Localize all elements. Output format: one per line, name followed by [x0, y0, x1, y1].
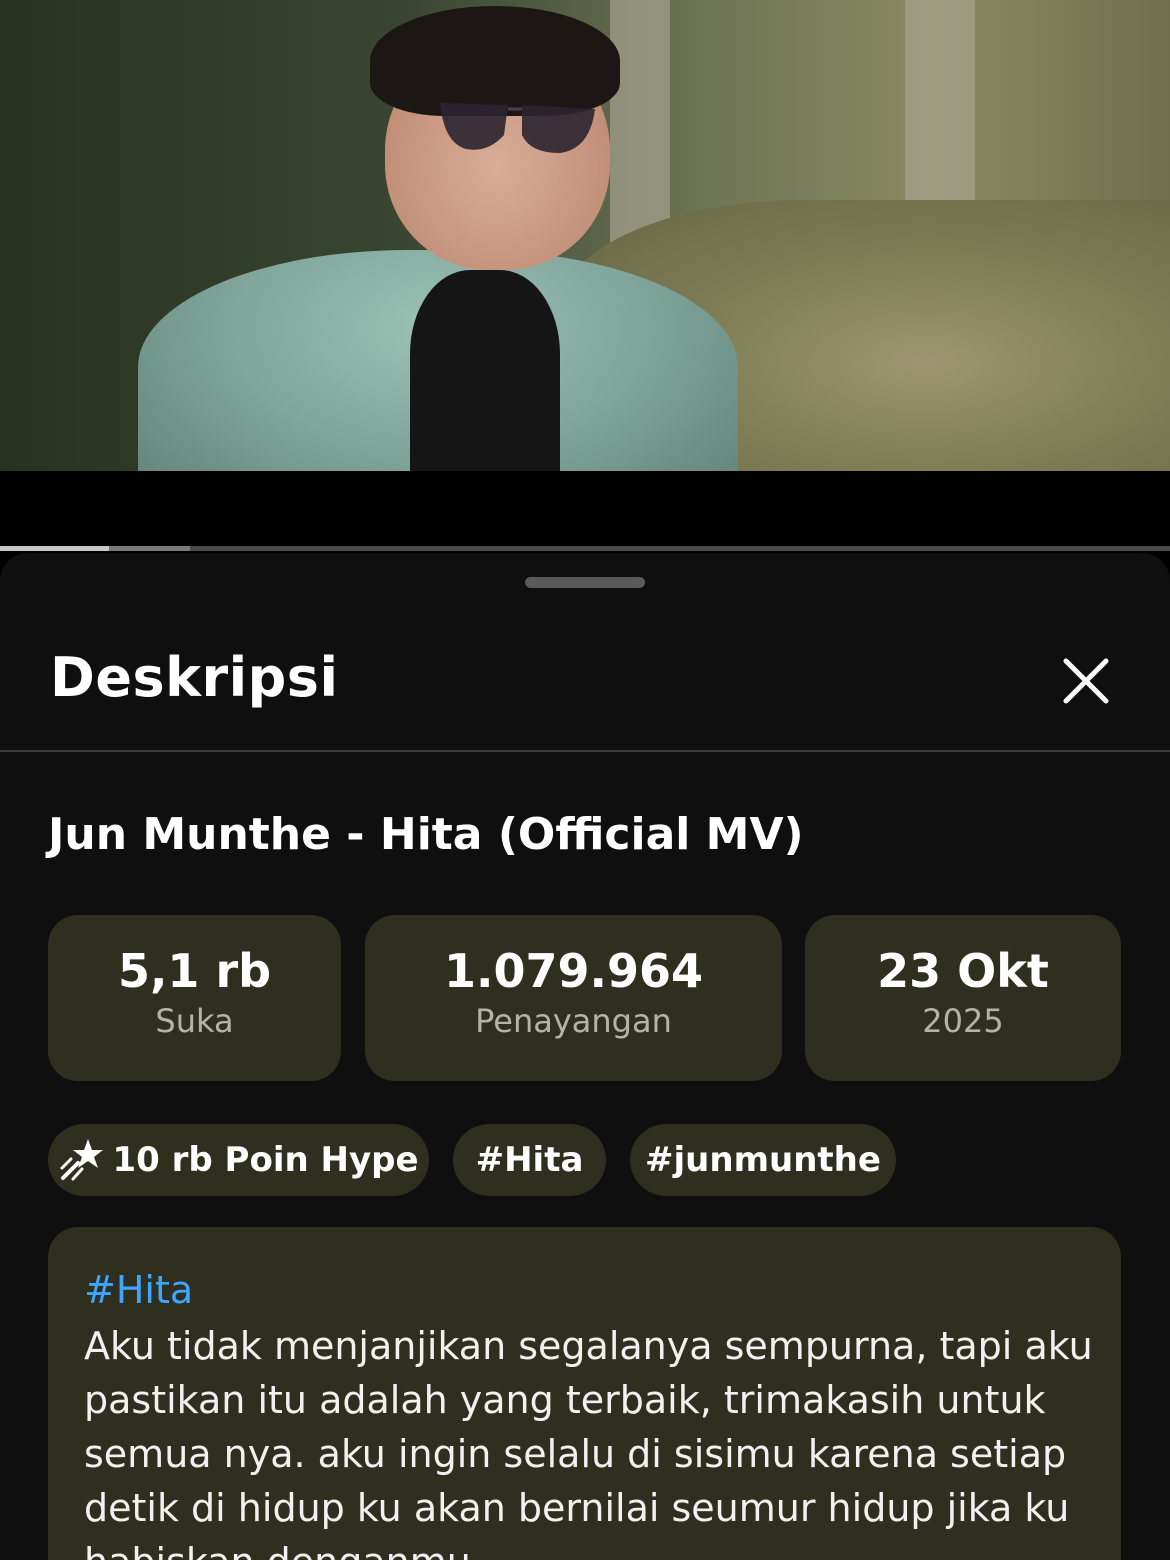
description-hashtag-link[interactable]: #Hita — [84, 1265, 193, 1315]
divider — [0, 750, 1170, 752]
chip-label: 10 rb Poin Hype — [112, 1140, 419, 1180]
stat-value: 23 Okt — [877, 944, 1049, 998]
chip-hype-points[interactable]: 10 rb Poin Hype — [48, 1124, 429, 1196]
stat-value: 5,1 rb — [117, 944, 272, 998]
stat-likes: 5,1 rb Suka — [48, 915, 341, 1081]
person-tshirt — [410, 270, 560, 471]
chip-hashtag-hita[interactable]: #Hita — [453, 1124, 606, 1196]
hype-star-icon — [60, 1138, 104, 1180]
chip-label: #Hita — [475, 1140, 584, 1180]
progress-played — [0, 546, 109, 551]
close-button[interactable] — [1052, 647, 1120, 715]
chip-label: #junmunthe — [645, 1140, 881, 1180]
sunglasses — [440, 103, 595, 153]
stat-label: Suka — [155, 1002, 234, 1040]
stat-views: 1.079.964 Penayangan — [365, 915, 782, 1081]
description-sheet: Deskripsi Jun Munthe - Hita (Official MV… — [0, 553, 1170, 1560]
video-title: Jun Munthe - Hita (Official MV) — [48, 809, 804, 860]
video-letterbox — [0, 471, 1170, 551]
description-box: #Hita Aku tidak menjanjikan segalanya se… — [48, 1227, 1121, 1560]
video-progress-bar[interactable] — [0, 546, 1170, 551]
close-icon — [1063, 658, 1109, 704]
stat-label: Penayangan — [475, 1002, 672, 1040]
video-player[interactable] — [0, 0, 1170, 471]
stat-date: 23 Okt 2025 — [805, 915, 1121, 1081]
stat-value: 1.079.964 — [444, 944, 703, 998]
stat-label: 2025 — [922, 1002, 1004, 1040]
drag-handle[interactable] — [525, 577, 645, 588]
sheet-title: Deskripsi — [50, 646, 339, 709]
description-text: Aku tidak menjanjikan segalanya sempurna… — [84, 1324, 1093, 1560]
chip-hashtag-junmunthe[interactable]: #junmunthe — [630, 1124, 896, 1196]
